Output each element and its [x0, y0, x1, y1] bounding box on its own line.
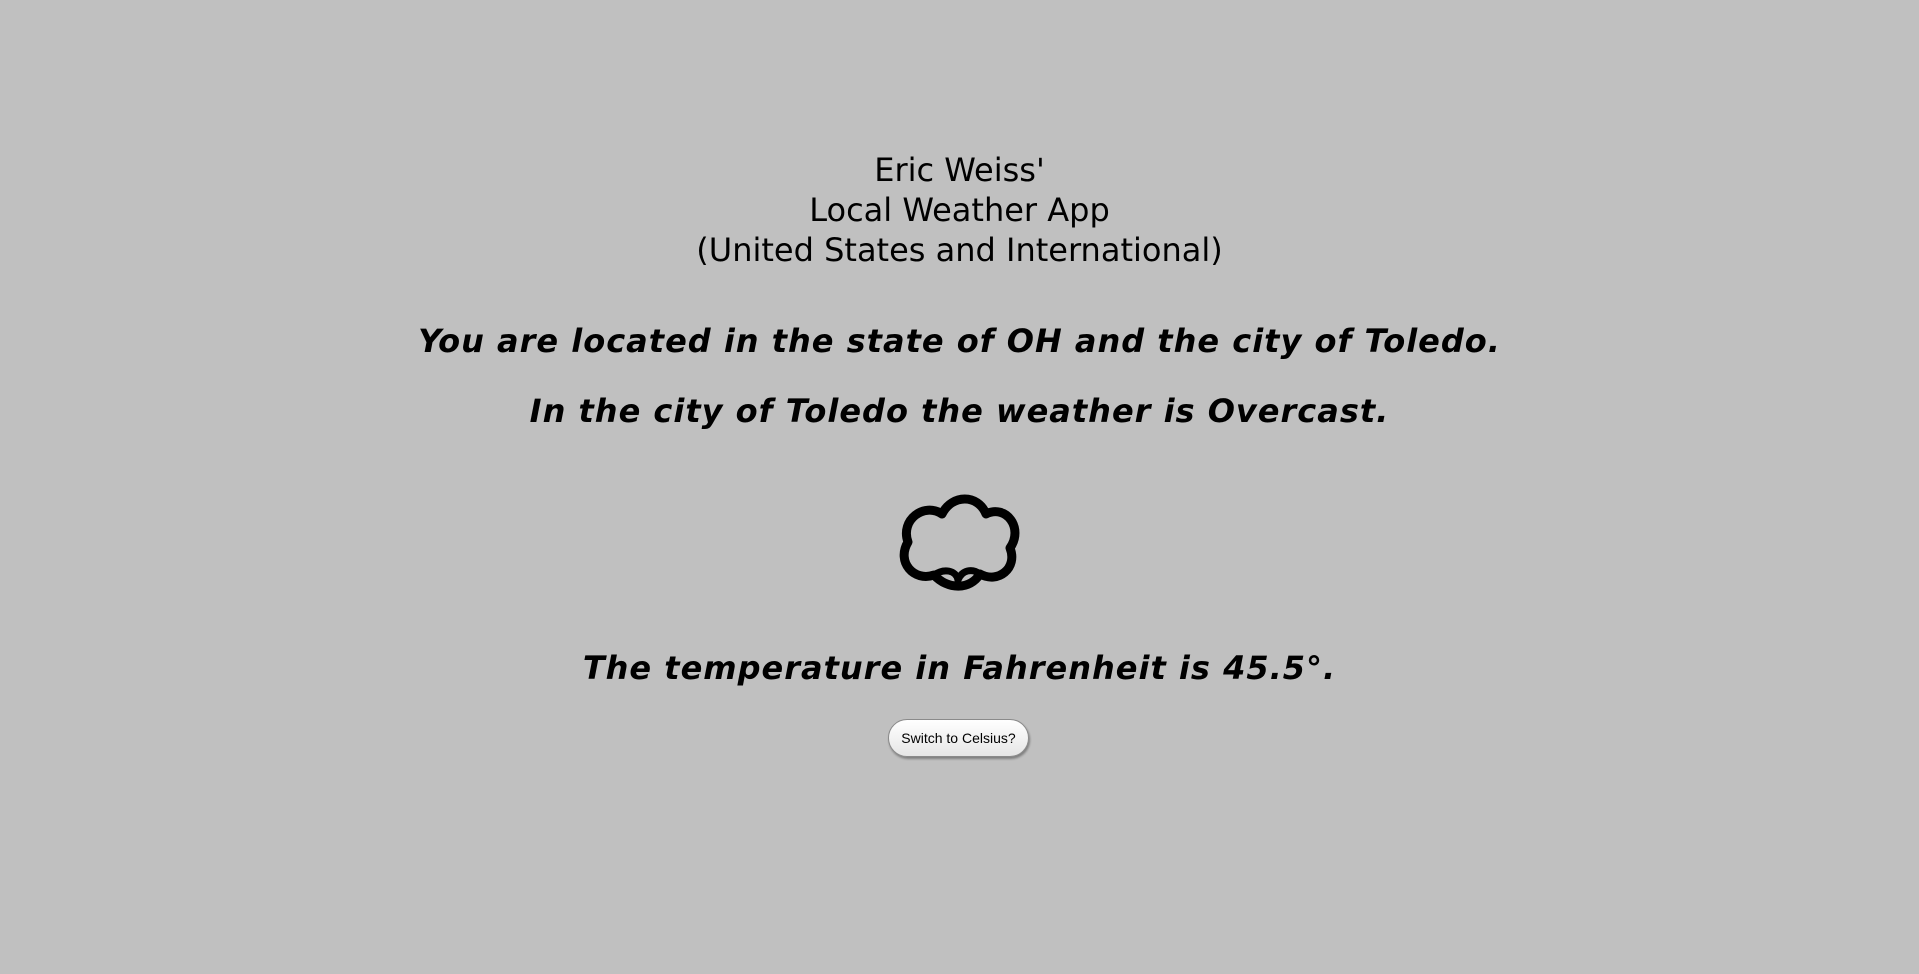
location-text: You are located in the state of OH and t… [418, 322, 1501, 360]
cloud-icon [899, 494, 1020, 591]
weather-description: In the city of Toledo the weather is Ove… [529, 392, 1390, 430]
switch-to-celsius-button[interactable]: Switch to Celsius? [888, 719, 1029, 757]
title-app-name: Local Weather App [809, 191, 1110, 229]
weather-app-page: Eric Weiss' Local Weather App (United St… [0, 0, 1919, 974]
temperature-text: The temperature in Fahrenheit is 45.5°. [582, 649, 1337, 687]
title-author: Eric Weiss' [874, 151, 1045, 189]
title-scope: (United States and International) [696, 231, 1223, 269]
app-title: Eric Weiss' Local Weather App (United St… [0, 150, 1919, 270]
